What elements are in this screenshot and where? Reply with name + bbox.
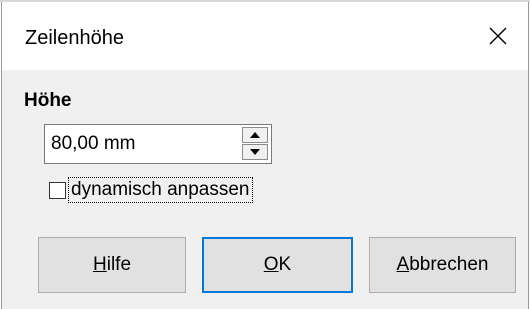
close-icon [489, 27, 507, 45]
spin-up-button[interactable] [242, 127, 268, 143]
auto-fit-checkbox[interactable] [49, 181, 66, 199]
ok-label-rest: K [278, 254, 292, 275]
row-height-dialog: Zeilenhöhe Höhe 80,00 mm dynamisch anpas… [1, 2, 529, 309]
triangle-down-icon [250, 149, 260, 155]
dialog-title: Zeilenhöhe [25, 27, 124, 49]
spin-down-button[interactable] [242, 144, 268, 160]
height-section-label: Höhe [24, 90, 72, 111]
auto-fit-row[interactable]: dynamisch anpassen [49, 177, 253, 203]
close-button[interactable] [468, 2, 528, 70]
height-input[interactable] [45, 125, 235, 163]
cancel-mnemonic: A [396, 254, 410, 275]
height-spinbox [44, 124, 272, 164]
help-mnemonic: H [92, 254, 107, 275]
screen: Zeilenhöhe Höhe 80,00 mm dynamisch anpas… [0, 0, 530, 309]
cancel-label-rest: bbrechen [409, 254, 489, 275]
ok-button[interactable]: OK [202, 237, 353, 293]
ok-mnemonic: O [263, 254, 279, 275]
triangle-up-icon [250, 132, 260, 138]
auto-fit-label[interactable]: dynamisch anpassen [68, 177, 253, 203]
cancel-button[interactable]: Abbrechen [369, 237, 516, 293]
help-button[interactable]: Hilfe [38, 237, 186, 293]
title-bar: Zeilenhöhe [2, 2, 528, 70]
help-label-rest: ilfe [106, 254, 132, 275]
